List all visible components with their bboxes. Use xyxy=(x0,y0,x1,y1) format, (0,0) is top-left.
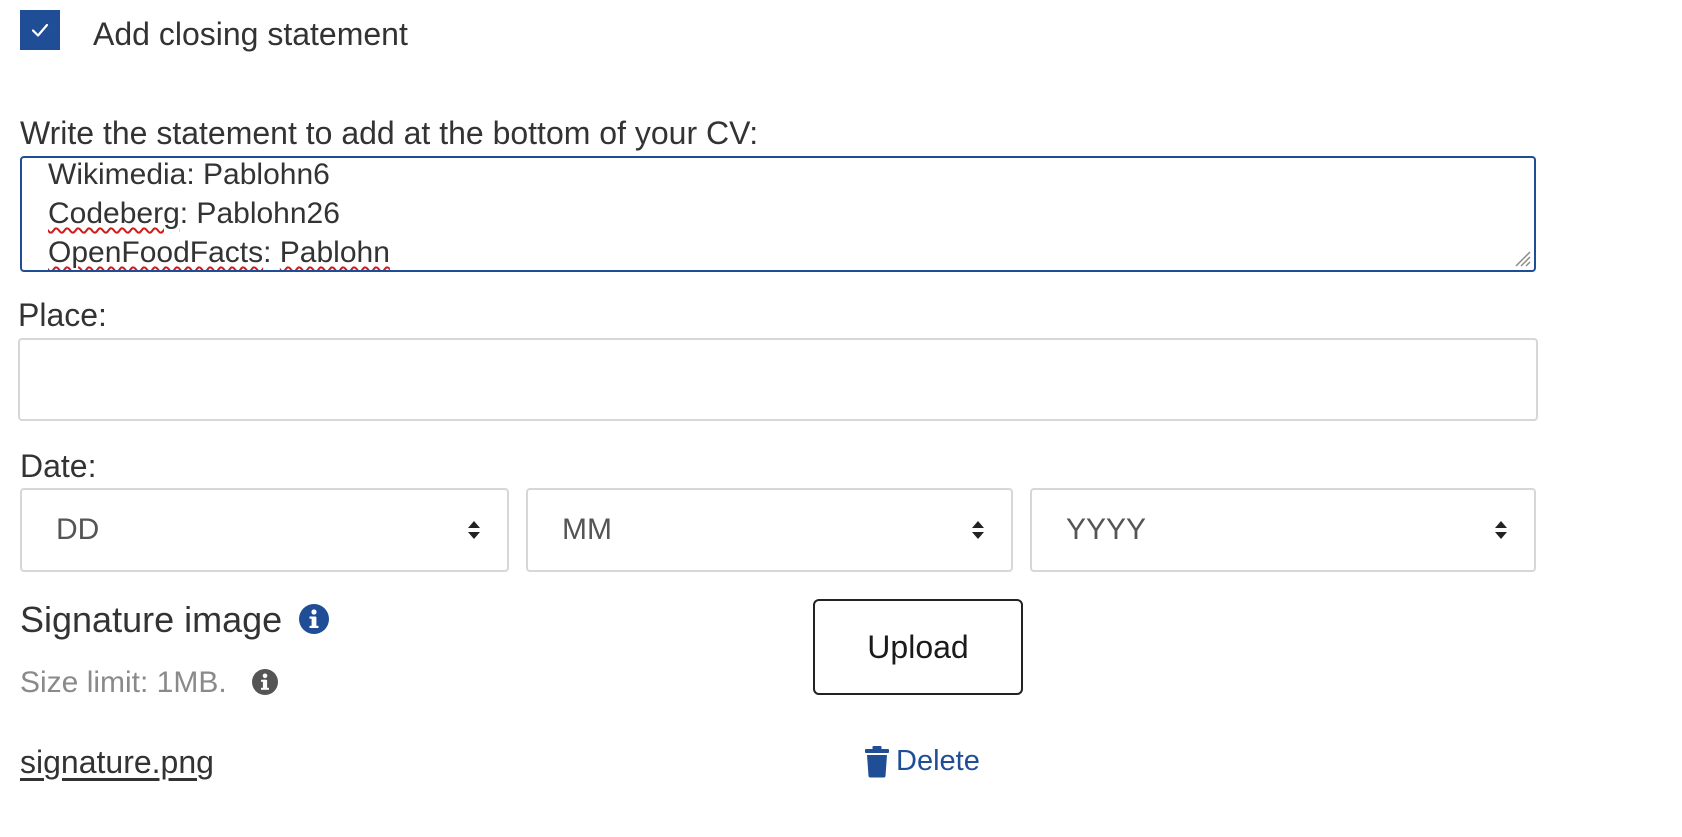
sort-arrows-icon xyxy=(468,521,480,539)
year-select[interactable]: YYYY xyxy=(1030,488,1536,572)
checkmark-icon xyxy=(31,23,49,37)
misspelled-word: Codeberg xyxy=(48,197,180,230)
checkbox-label[interactable]: Add closing statement xyxy=(93,14,408,54)
resize-grip-icon[interactable] xyxy=(1512,248,1532,268)
place-label: Place: xyxy=(18,297,107,333)
line-text: Wikimedia: Pablohn6 xyxy=(48,158,330,191)
upload-button[interactable]: Upload xyxy=(813,599,1023,695)
add-closing-statement-checkbox[interactable] xyxy=(20,10,60,50)
textarea-content: Wikimedia: Pablohn6 Codeberg: Pablohn26 … xyxy=(48,158,390,270)
signature-image-heading: Signature image xyxy=(20,599,283,640)
info-circle-icon[interactable] xyxy=(251,668,279,696)
textarea-line: OpenFoodFacts: Pablohn xyxy=(48,233,390,270)
line-text: : xyxy=(263,236,280,269)
misspelled-word: OpenFoodFacts xyxy=(48,236,264,269)
signature-file-link[interactable]: signature.png xyxy=(20,742,214,782)
textarea-line: Wikimedia: Pablohn6 xyxy=(48,158,390,194)
info-circle-icon[interactable] xyxy=(298,603,330,635)
month-select[interactable]: MM xyxy=(526,488,1013,572)
line-text: : Pablohn26 xyxy=(179,197,340,230)
year-select-value: YYYY xyxy=(1066,513,1147,546)
place-input[interactable] xyxy=(18,338,1538,421)
month-select-value: MM xyxy=(562,513,612,546)
statement-label: Write the statement to add at the bottom… xyxy=(20,115,759,151)
day-select[interactable]: DD xyxy=(20,488,509,572)
size-limit-text: Size limit: 1MB. xyxy=(20,666,227,699)
day-select-value: DD xyxy=(56,513,100,546)
misspelled-word: Pablohn xyxy=(279,236,390,269)
textarea-line: Codeberg: Pablohn26 xyxy=(48,194,390,233)
delete-label: Delete xyxy=(896,745,980,777)
sort-arrows-icon xyxy=(1495,521,1507,539)
delete-button[interactable]: Delete xyxy=(864,741,980,781)
date-label: Date: xyxy=(20,448,97,484)
closing-statement-textarea[interactable]: Wikimedia: Pablohn6 Codeberg: Pablohn26 … xyxy=(20,156,1536,272)
sort-arrows-icon xyxy=(972,521,984,539)
trash-icon xyxy=(865,745,889,777)
